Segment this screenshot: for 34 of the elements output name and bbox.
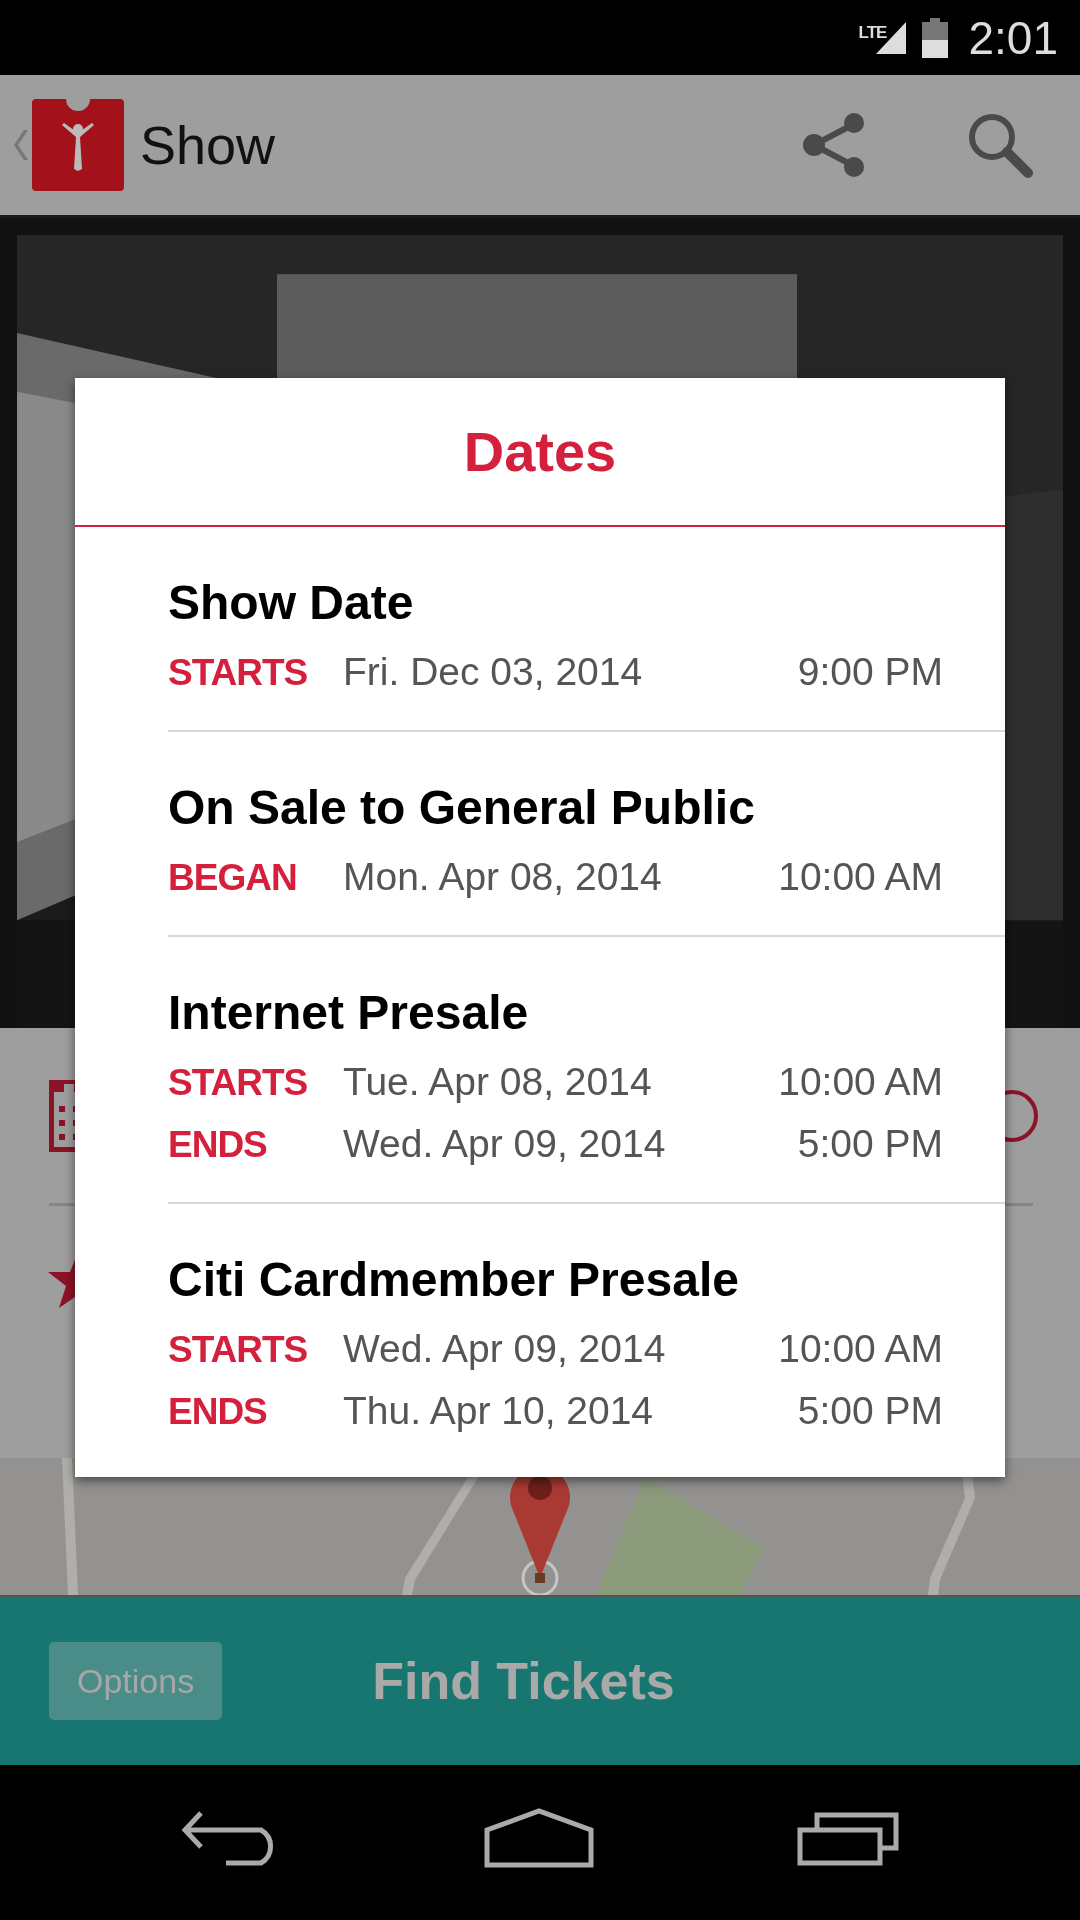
date-label: ENDS xyxy=(168,1124,268,1166)
calendar-icon xyxy=(49,1080,75,1152)
section-title: Internet Presale xyxy=(168,985,530,1040)
clock: 2:01 xyxy=(968,10,1058,65)
network-type: LTE xyxy=(858,22,887,43)
time-text: 9:00 PM xyxy=(797,650,943,694)
section-title: Show Date xyxy=(168,575,415,630)
dialog-title: Dates xyxy=(75,378,1005,527)
time-text: 5:00 PM xyxy=(797,1389,943,1433)
date-label: STARTS xyxy=(168,1329,309,1371)
date-text: Wed. Apr 09, 2014 xyxy=(343,1122,667,1166)
section-title: Citi Cardmember Presale xyxy=(168,1252,740,1307)
home-icon[interactable] xyxy=(484,1807,594,1868)
date-label: BEGAN xyxy=(168,857,298,899)
date-text: Mon. Apr 08, 2014 xyxy=(343,855,663,899)
app-logo-icon[interactable] xyxy=(32,99,124,191)
find-tickets-button[interactable]: Find Tickets xyxy=(372,1651,675,1711)
search-icon[interactable] xyxy=(966,111,1034,179)
date-text: Tue. Apr 08, 2014 xyxy=(343,1060,653,1104)
time-text: 10:00 AM xyxy=(778,1327,943,1371)
date-text: Thu. Apr 10, 2014 xyxy=(343,1389,655,1433)
date-label: ENDS xyxy=(168,1391,268,1433)
share-icon[interactable] xyxy=(802,112,866,178)
time-text: 10:00 AM xyxy=(778,1060,943,1104)
date-label: STARTS xyxy=(168,1062,309,1104)
screen-title: Show xyxy=(140,114,276,176)
date-label: STARTS xyxy=(168,652,309,694)
section-title: On Sale to General Public xyxy=(168,780,756,835)
date-text: Wed. Apr 09, 2014 xyxy=(343,1327,667,1371)
time-text: 5:00 PM xyxy=(797,1122,943,1166)
options-button[interactable]: Options xyxy=(49,1642,223,1720)
date-text: Fri. Dec 03, 2014 xyxy=(343,650,644,694)
battery-icon xyxy=(922,17,949,58)
time-text: 10:00 AM xyxy=(778,855,943,899)
